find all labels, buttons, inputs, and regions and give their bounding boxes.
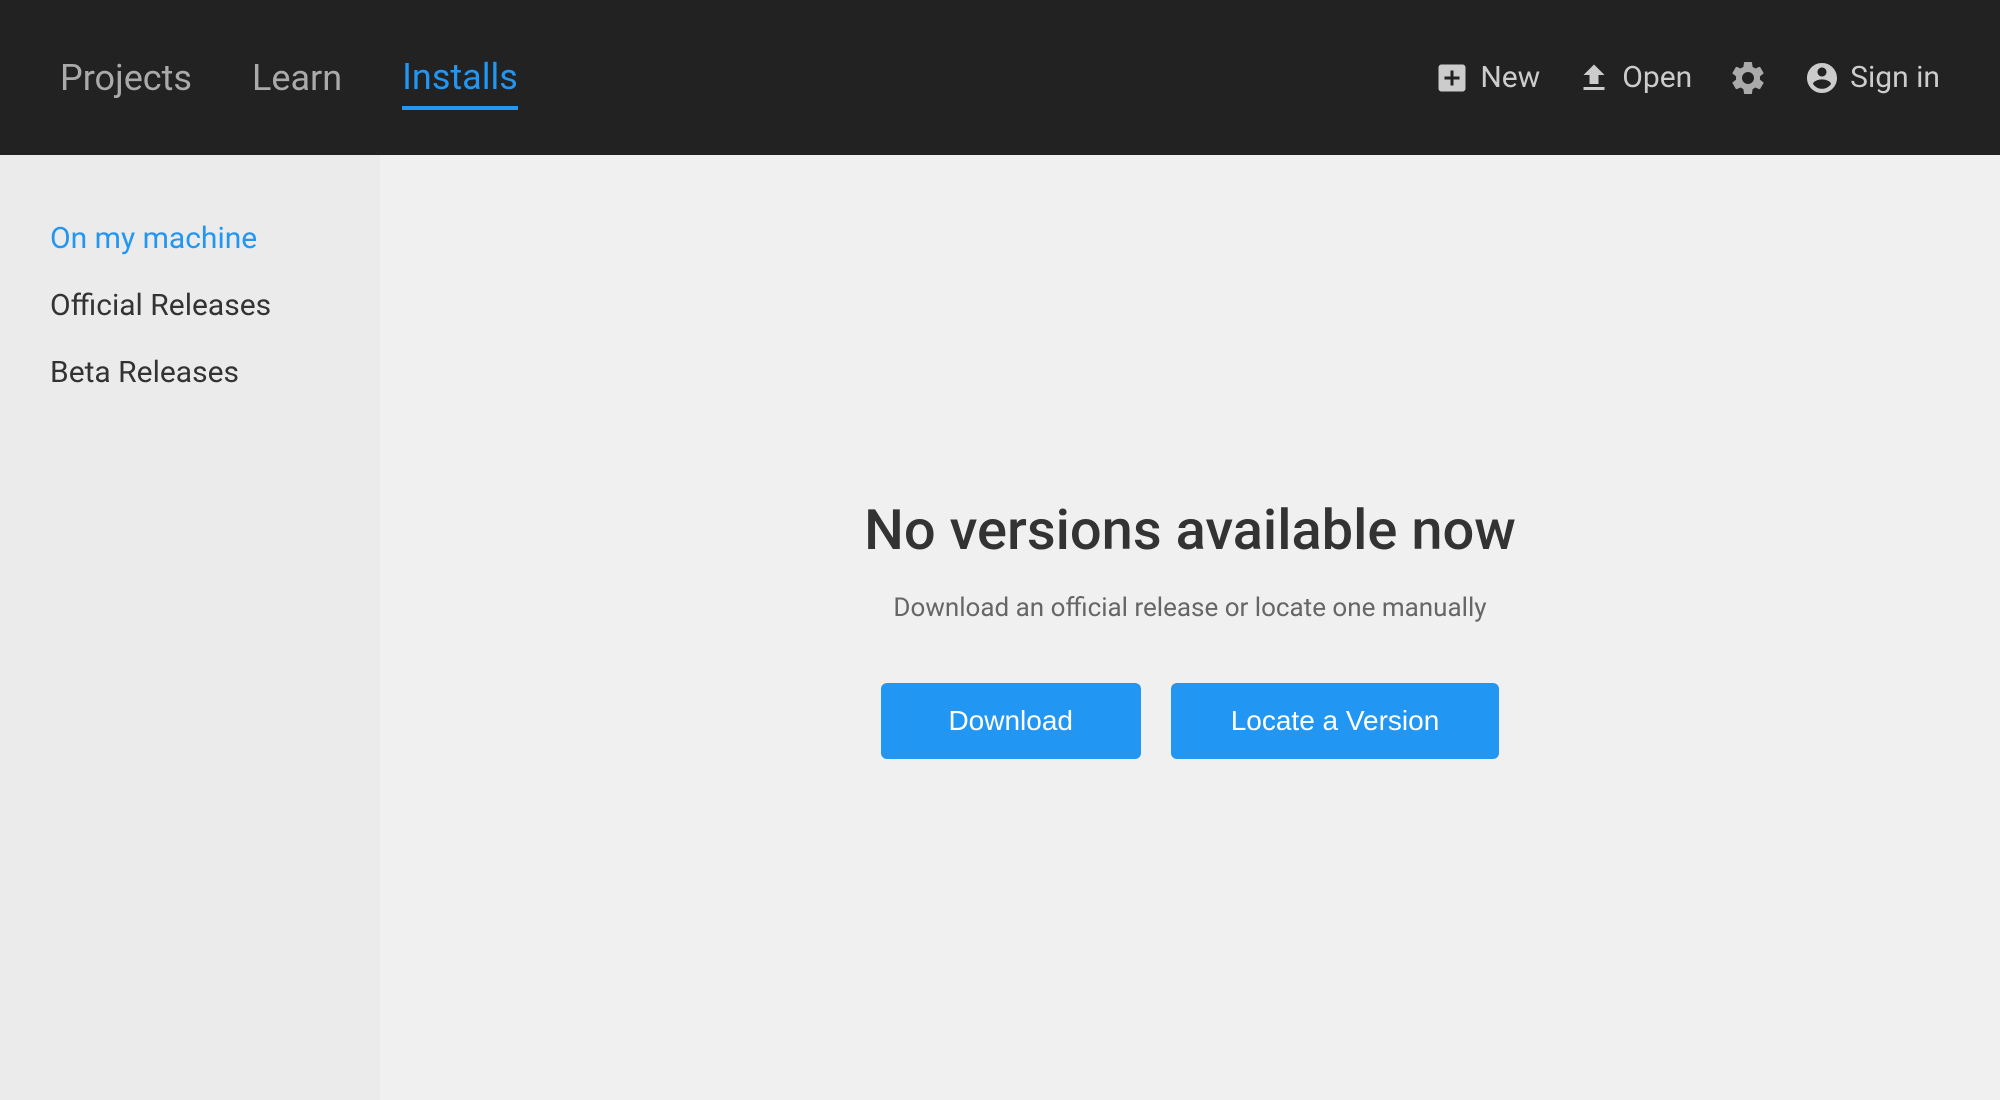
gear-icon — [1728, 58, 1768, 98]
button-group: Download Locate a Version — [864, 683, 1516, 759]
page-subtitle: Download an official release or locate o… — [864, 593, 1516, 623]
main-layout: On my machine Official Releases Beta Rel… — [0, 155, 2000, 1100]
sidebar-item-official-releases[interactable]: Official Releases — [50, 272, 330, 339]
new-label: New — [1480, 60, 1540, 95]
nav-right: New Open Sign in — [1434, 58, 1940, 98]
open-icon — [1576, 60, 1612, 96]
content-area: No versions available now Download an of… — [380, 155, 2000, 1100]
new-action[interactable]: New — [1434, 60, 1540, 96]
nav-left: Projects Learn Installs — [60, 46, 1434, 110]
locate-version-button[interactable]: Locate a Version — [1171, 683, 1500, 759]
sidebar-item-on-my-machine[interactable]: On my machine — [50, 205, 330, 272]
new-icon — [1434, 60, 1470, 96]
settings-action[interactable] — [1728, 58, 1768, 98]
sidebar-item-beta-releases[interactable]: Beta Releases — [50, 339, 330, 406]
nav-installs[interactable]: Installs — [402, 46, 518, 110]
download-button[interactable]: Download — [881, 683, 1141, 759]
sidebar: On my machine Official Releases Beta Rel… — [0, 155, 380, 1100]
nav-learn[interactable]: Learn — [252, 47, 342, 109]
nav-projects[interactable]: Projects — [60, 47, 192, 109]
open-label: Open — [1622, 60, 1692, 95]
navbar: Projects Learn Installs New Open Sign in — [0, 0, 2000, 155]
signin-label: Sign in — [1850, 60, 1940, 95]
account-icon — [1804, 60, 1840, 96]
content-inner: No versions available now Download an of… — [864, 497, 1516, 759]
page-title: No versions available now — [864, 497, 1516, 563]
signin-action[interactable]: Sign in — [1804, 60, 1940, 96]
open-action[interactable]: Open — [1576, 60, 1692, 96]
